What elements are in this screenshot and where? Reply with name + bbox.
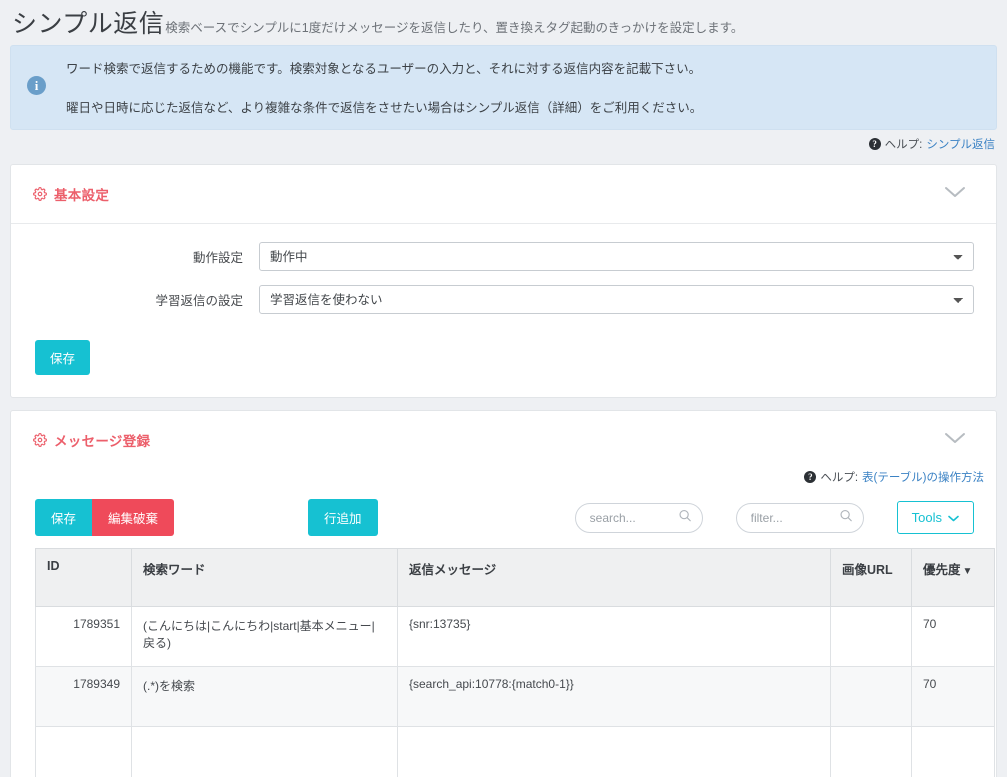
filter-field-wrapper <box>735 502 864 533</box>
cell-priority[interactable]: 70 <box>911 606 995 668</box>
search-field-wrapper <box>574 502 703 533</box>
help-row-table: ? ヘルプ: 表(テーブル)の操作方法 <box>11 469 996 485</box>
cell-image-url[interactable] <box>830 726 912 777</box>
gear-icon <box>33 187 47 202</box>
label-learning: 学習返信の設定 <box>155 294 243 309</box>
cell-id[interactable]: 1789351 <box>35 606 132 668</box>
table-body: 1789351 (こんにちは|こんにちわ|start|基本メニュー|戻る) {s… <box>35 606 995 777</box>
chevron-down-icon[interactable] <box>942 184 968 204</box>
table-head: ID 検索ワード 返信メッセージ 画像URL 優先度 ▼ <box>35 548 995 608</box>
save-discard-group: 保存 編集破棄 <box>35 499 175 537</box>
tools-button-label: Tools <box>911 510 942 526</box>
chevron-down-icon[interactable] <box>942 430 968 450</box>
filter-input[interactable] <box>735 502 864 533</box>
cell-priority[interactable]: 70 <box>911 666 995 728</box>
messages-table: ID 検索ワード 返信メッセージ 画像URL 優先度 ▼ 1789351 (こんに… <box>35 548 995 777</box>
cell-priority[interactable] <box>911 726 995 777</box>
cell-reply-message[interactable] <box>397 726 831 777</box>
table-toolbar: 保存 編集破棄 行追加 search... filter... Tools <box>11 485 996 548</box>
help-link-simple-reply[interactable]: シンプル返信 <box>926 136 995 152</box>
save-table-button[interactable]: 保存 <box>35 499 93 537</box>
cell-image-url[interactable] <box>830 666 912 728</box>
info-banner-text: ワード検索で返信するための機能です。検索対象となるユーザーの入力と、それに対する… <box>66 60 980 117</box>
gear-icon <box>33 433 47 448</box>
table-header-row: ID 検索ワード 返信メッセージ 画像URL 優先度 ▼ <box>35 548 995 608</box>
page-subtitle: 検索ベースでシンプルに1度だけメッセージを返信したり、置き換えタグ起動のきっかけ… <box>165 21 744 35</box>
cell-image-url[interactable] <box>830 606 912 668</box>
search-input[interactable] <box>574 502 703 533</box>
cell-id[interactable]: 1789349 <box>35 666 132 728</box>
col-header-reply-message[interactable]: 返信メッセージ <box>397 548 831 608</box>
page-title: シンプル返信 <box>12 10 165 38</box>
control-operation: 動作中 <box>259 242 996 272</box>
label-operation: 動作設定 <box>192 251 243 266</box>
basic-settings-panel: 基本設定 動作設定 動作中 学習返信の設定 学習返信を使わない 保存 <box>10 164 997 399</box>
chevron-down-icon <box>948 510 959 525</box>
table-row[interactable]: 1789349 (.*)を検索 {search_api:10778:{match… <box>35 666 995 728</box>
table-wrapper: ID 検索ワード 返信メッセージ 画像URL 優先度 ▼ 1789351 (こんに… <box>11 548 996 777</box>
basic-settings-body: 動作設定 動作中 学習返信の設定 学習返信を使わない 保存 <box>11 223 996 397</box>
help-label: ヘルプ: <box>884 139 923 152</box>
control-learning: 学習返信を使わない <box>259 285 996 315</box>
info-banner: i ワード検索で返信するための機能です。検索対象となるユーザーの入力と、それに対… <box>10 45 997 131</box>
col-header-priority[interactable]: 優先度 ▼ <box>911 548 995 608</box>
info-circle-icon: i <box>27 76 46 95</box>
sort-descending-icon: ▼ <box>962 566 973 578</box>
col-header-priority-label: 優先度 <box>923 563 961 578</box>
help-link-table-usage[interactable]: 表(テーブル)の操作方法 <box>862 469 984 485</box>
select-learning[interactable]: 学習返信を使わない <box>259 285 974 315</box>
table-row[interactable]: 1789351 (こんにちは|こんにちわ|start|基本メニュー|戻る) {s… <box>35 606 995 668</box>
help-question-icon: ? <box>868 138 881 151</box>
page-root: シンプル返信 検索ベースでシンプルに1度だけメッセージを返信したり、置き換えタグ… <box>0 0 1007 777</box>
tools-button[interactable]: Tools <box>896 501 974 535</box>
info-line-1: ワード検索で返信するための機能です。検索対象となるユーザーの入力と、それに対する… <box>66 62 702 76</box>
help-row-top: ? ヘルプ: シンプル返信 <box>0 130 1007 152</box>
discard-edits-button[interactable]: 編集破棄 <box>92 499 175 537</box>
help-question-icon: ? <box>804 471 817 484</box>
form-row-learning: 学習返信の設定 学習返信を使わない <box>11 285 996 315</box>
info-line-2: 曜日や日時に応じた返信など、より複雑な条件で返信をさせたい場合はシンプル返信（詳… <box>66 101 703 116</box>
col-header-id[interactable]: ID <box>35 548 132 608</box>
message-registration-header[interactable]: メッセージ登録 <box>11 411 996 469</box>
cell-reply-message[interactable]: {snr:13735} <box>397 606 831 668</box>
col-header-image-url[interactable]: 画像URL <box>830 548 912 608</box>
table-row[interactable] <box>35 726 995 777</box>
help-label-table: ヘルプ: <box>820 472 859 485</box>
cell-search-word[interactable]: (こんにちは|こんにちわ|start|基本メニュー|戻る) <box>131 606 398 668</box>
message-registration-panel: メッセージ登録 ? ヘルプ: 表(テーブル)の操作方法 保存 編集破棄 行追加 <box>10 410 997 777</box>
select-operation[interactable]: 動作中 <box>259 242 974 272</box>
message-registration-title: メッセージ登録 <box>54 434 151 450</box>
page-header: シンプル返信 検索ベースでシンプルに1度だけメッセージを返信したり、置き換えタグ… <box>0 0 1007 45</box>
basic-settings-title: 基本設定 <box>54 188 110 204</box>
cell-id[interactable] <box>35 726 132 777</box>
cell-search-word[interactable] <box>131 726 398 777</box>
col-header-search-word[interactable]: 検索ワード <box>131 548 398 608</box>
add-row-button[interactable]: 行追加 <box>308 499 378 537</box>
save-basic-button[interactable]: 保存 <box>35 340 91 376</box>
form-row-operation: 動作設定 動作中 <box>11 242 996 272</box>
cell-search-word[interactable]: (.*)を検索 <box>131 666 398 728</box>
cell-reply-message[interactable]: {search_api:10778:{match0-1}} <box>397 666 831 728</box>
basic-settings-header[interactable]: 基本設定 <box>11 165 996 223</box>
info-banner-wrapper: i ワード検索で返信するための機能です。検索対象となるユーザーの入力と、それに対… <box>0 45 1007 131</box>
